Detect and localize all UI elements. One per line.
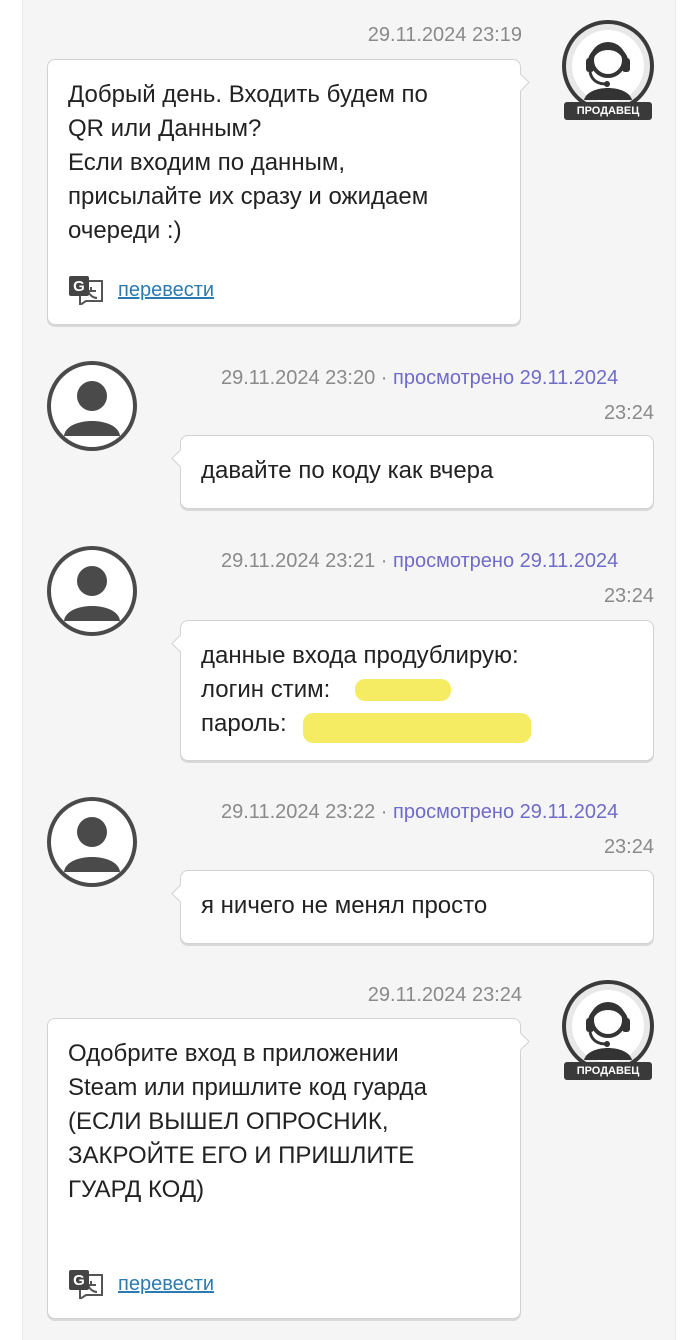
message-text: (ЕСЛИ ВЫШЕЛ ОПРОСНИК, [68,1108,389,1135]
message-text: данные входа продублирую: [201,642,519,669]
message-text: присылайте их сразу и ожидаем [68,183,429,210]
message-bubble: я ничего не менял просто [171,870,654,944]
svg-text:G: G [73,1272,85,1289]
message-time-row: 29.11.2024 23:20 · просмотрено 29.11.202… [221,367,619,389]
message-text: Добрый день. Входить будем по [68,81,428,108]
seller-badge: ПРОДАВЕЦ [564,102,652,120]
message-bubble: давайте по коду как вчера [171,435,654,509]
user-silhouette-icon [47,797,137,887]
message-text: Steam или пришлите код гуарда [68,1074,427,1101]
message-text: Одобрите вход в приложении [68,1040,399,1067]
redaction-mark [303,713,531,743]
message-time-row: 29.11.2024 23:22 · просмотрено 29.11.202… [221,801,619,823]
seen-time: 23:24 [603,585,654,607]
user-avatar[interactable] [46,545,138,637]
translate-label[interactable]: перевести [118,273,214,307]
user-avatar[interactable] [46,796,138,888]
seller-avatar[interactable]: ПРОДАВЕЦ [560,980,656,1100]
message-text: QR или Данным? [68,115,262,142]
message-text: ГУАРД КОД) [68,1176,205,1203]
seller-badge: ПРОДАВЕЦ [564,1062,652,1080]
svg-text:G: G [73,278,85,295]
message-time: 29.11.2024 23:22 [221,801,376,823]
message-time: 29.11.2024 23:21 [221,550,376,572]
user-silhouette-icon [47,361,137,451]
user-silhouette-icon [47,546,137,636]
redaction-mark [355,679,451,701]
message-bubble: Добрый день. Входить будем по QR или Дан… [47,59,530,325]
message-bubble: данные входа продублирую: логин стим: па… [171,620,654,761]
seen-time: 23:24 [603,402,654,424]
seen-status: просмотрено 29.11.2024 [393,367,619,389]
message-bubble: Одобрите вход в приложении Steam или при… [47,1018,530,1319]
message-time-row: 29.11.2024 23:21 · просмотрено 29.11.202… [221,550,619,572]
translate-link[interactable]: G перевести [68,1267,214,1301]
user-avatar[interactable] [46,360,138,452]
seen-time: 23:24 [603,836,654,858]
message-text: очереди :) [68,217,182,244]
message-text: я ничего не менял просто [201,892,488,919]
seen-status: просмотрено 29.11.2024 [393,801,619,823]
message-time: 29.11.2024 23:24 [367,984,522,1006]
message-text: Если входим по данным, [68,149,345,176]
google-translate-icon: G [69,276,103,305]
message-text: давайте по коду как вчера [201,457,494,484]
message-time: 29.11.2024 23:19 [367,24,522,46]
seen-status: просмотрено 29.11.2024 [393,550,619,572]
seller-avatar[interactable]: ПРОДАВЕЦ [560,20,656,140]
message-time: 29.11.2024 23:20 [221,367,376,389]
google-translate-icon: G [69,1270,103,1299]
message-text: ЗАКРОЙТЕ ЕГО И ПРИШЛИТЕ [68,1142,415,1169]
translate-label[interactable]: перевести [118,1267,214,1301]
translate-link[interactable]: G перевести [68,273,214,307]
